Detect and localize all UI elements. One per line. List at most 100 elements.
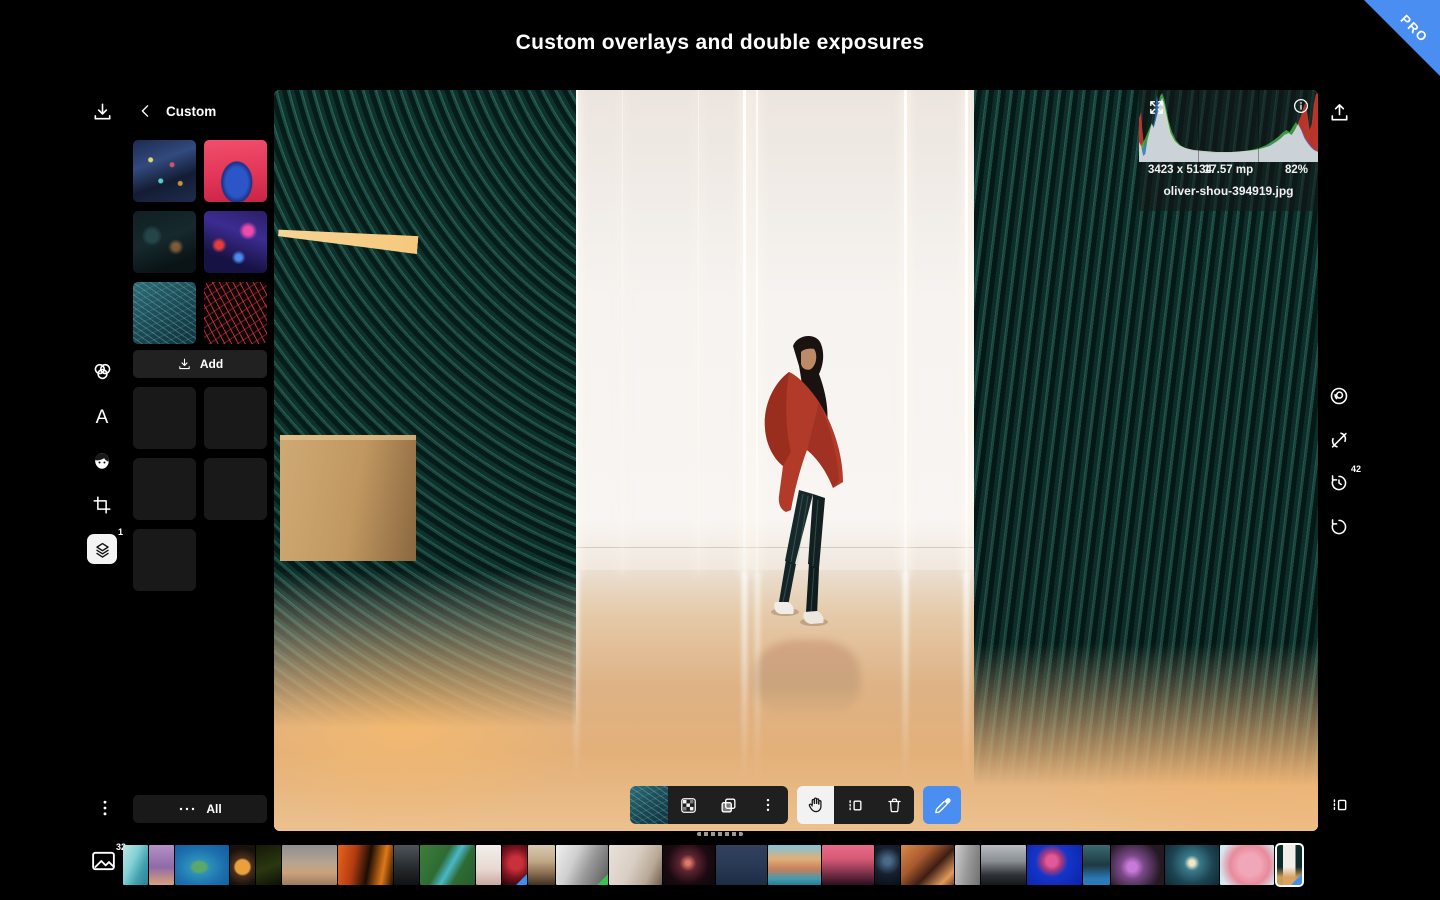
filmstrip-thumbnail[interactable] — [822, 845, 874, 885]
filmstrip-thumbnail[interactable] — [955, 845, 980, 885]
panel-title: Custom — [166, 104, 216, 119]
filmstrip-thumbnail[interactable] — [256, 845, 281, 885]
overlay-thumbnail[interactable] — [133, 282, 196, 344]
canvas-transform-button[interactable] — [1326, 792, 1352, 818]
filmstrip-thumbnail[interactable] — [1275, 843, 1304, 887]
overlay-thumbnail[interactable] — [204, 211, 267, 273]
tool-face-button[interactable] — [89, 448, 115, 474]
filmstrip-thumbnail[interactable] — [420, 845, 475, 885]
filmstrip-thumbnail[interactable] — [476, 845, 501, 885]
overlay-thumbnail[interactable] — [133, 140, 196, 202]
history-count-badge: 42 — [1351, 464, 1361, 474]
eyedropper-icon — [933, 796, 952, 815]
filmstrip-thumbnail[interactable] — [149, 845, 174, 885]
empty-overlay-slot[interactable] — [133, 387, 196, 449]
edit-state-badge — [516, 874, 527, 885]
delete-overlay-button[interactable] — [874, 786, 914, 824]
checkerboard-icon — [679, 796, 698, 815]
layers-count-badge: 1 — [118, 527, 123, 537]
tool-crop-button[interactable] — [89, 492, 115, 518]
image-megapixels: 17.57 mp — [1204, 164, 1253, 176]
empty-overlay-slot[interactable] — [133, 529, 196, 591]
import-button[interactable] — [89, 99, 115, 125]
more-options-button[interactable] — [92, 795, 118, 821]
zoom-level: 82% — [1285, 164, 1308, 176]
info-icon[interactable] — [1292, 97, 1310, 115]
flip-transform-icon — [845, 796, 864, 815]
transform-overlay-button[interactable] — [834, 786, 874, 824]
filmstrip-thumbnail[interactable] — [875, 845, 900, 885]
filmstrip-thumbnail[interactable] — [1083, 845, 1110, 885]
crop-icon — [91, 494, 113, 516]
person-subject — [755, 332, 860, 644]
filmstrip-thumbnail[interactable] — [556, 845, 608, 885]
filmstrip-thumbnail[interactable] — [394, 845, 419, 885]
duplicate-overlay-button[interactable] — [708, 786, 748, 824]
all-overlays-button[interactable]: All — [133, 795, 267, 823]
histogram-divider — [1198, 90, 1199, 162]
layers-icon — [93, 540, 112, 559]
pro-ribbon[interactable] — [1364, 0, 1440, 76]
canvas-toolbar — [630, 786, 961, 824]
tool-layers-button[interactable]: 1 — [87, 534, 117, 564]
overlay-thumbnail[interactable] — [204, 140, 267, 202]
overlay-thumbnail[interactable] — [133, 211, 196, 273]
overlay-tool-group — [630, 786, 788, 824]
tool-text-button[interactable]: A — [89, 404, 115, 430]
blend-mode-button[interactable] — [668, 786, 708, 824]
meatballs-icon — [178, 804, 196, 814]
filmstrip-thumbnail[interactable] — [123, 845, 148, 885]
image-filename: oliver-shou-394919.jpg — [1139, 184, 1318, 198]
light-line — [698, 90, 699, 574]
filmstrip-thumbnail[interactable] — [716, 845, 767, 885]
overlay-thumbnail[interactable] — [204, 282, 267, 344]
filmstrip-thumbnail[interactable] — [502, 845, 527, 885]
reset-icon — [1328, 516, 1350, 538]
photos-icon — [90, 849, 117, 873]
slash-compare-icon — [1328, 429, 1350, 451]
light-line — [622, 90, 623, 574]
tool-overlays-button[interactable] — [89, 358, 115, 384]
history-icon — [1328, 472, 1350, 494]
overlay-panel-header: Custom — [138, 103, 216, 119]
add-overlay-button[interactable]: Add — [133, 350, 267, 378]
overlay-circles-icon — [91, 360, 114, 383]
photo-canvas[interactable]: 3423 x 5134 17.57 mp 82% oliver-shou-394… — [274, 90, 1318, 831]
filmstrip-thumbnail[interactable] — [1165, 845, 1219, 885]
back-button[interactable] — [138, 103, 154, 119]
filmstrip-thumbnail[interactable] — [1111, 845, 1164, 885]
filmstrip-thumbnail[interactable] — [175, 845, 229, 885]
active-overlay-thumbnail[interactable] — [630, 786, 668, 824]
filmstrip-thumbnail[interactable] — [663, 845, 715, 885]
filmstrip-scroll-handle[interactable] — [697, 832, 743, 836]
filmstrip-thumbnail[interactable] — [981, 845, 1026, 885]
light-line — [904, 90, 907, 574]
filmstrip-thumbnail[interactable] — [609, 845, 662, 885]
reset-button[interactable] — [1326, 514, 1352, 540]
pan-tool-button[interactable] — [797, 786, 834, 824]
filmstrip-thumbnail[interactable] — [901, 845, 954, 885]
expand-icon[interactable] — [1147, 98, 1165, 116]
history-button[interactable]: 42 — [1326, 470, 1352, 496]
empty-overlay-slot[interactable] — [133, 458, 196, 520]
filmstrip-thumbnail[interactable] — [1027, 845, 1082, 885]
image-dimensions: 3423 x 5134 — [1148, 164, 1212, 176]
eyedropper-tool-button[interactable] — [923, 786, 961, 824]
filmstrip-thumbnail[interactable] — [230, 845, 255, 885]
flip-transform-icon — [1329, 795, 1349, 815]
light-line — [965, 90, 968, 574]
export-button[interactable] — [1326, 100, 1352, 126]
photo-library-button[interactable]: 32 — [88, 848, 118, 874]
duplicate-icon — [719, 796, 738, 815]
filmstrip-thumbnail[interactable] — [528, 845, 555, 885]
empty-overlay-slot[interactable] — [204, 387, 267, 449]
filmstrip-thumbnail[interactable] — [282, 845, 337, 885]
filmstrip-thumbnail[interactable] — [1220, 845, 1274, 885]
filmstrip-thumbnail[interactable] — [338, 845, 393, 885]
toggle-original-button[interactable] — [1326, 427, 1352, 453]
overlay-more-button[interactable] — [748, 786, 788, 824]
histogram-panel: 3423 x 5134 17.57 mp 82% oliver-shou-394… — [1139, 90, 1318, 211]
empty-overlay-slot[interactable] — [204, 458, 267, 520]
vignette-adjust-button[interactable] — [1326, 383, 1352, 409]
filmstrip-thumbnail[interactable] — [768, 845, 821, 885]
